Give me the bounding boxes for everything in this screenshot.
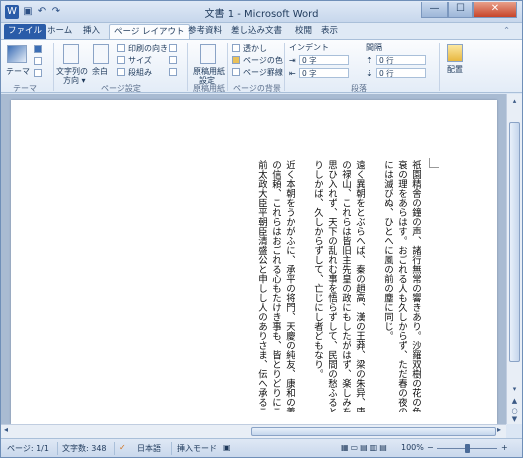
vertical-text-body: 祇園精舎の鐘の声、諸行無常の響きあり。沙羅双樹の花の色、盛者必 衰の理をあらはす… (11, 100, 497, 424)
text-direction-icon[interactable] (63, 44, 79, 64)
word-window: W ▣ ↶ ↷ 文書 1 - Microsoft Word — ☐ ✕ ファイル… (0, 0, 523, 458)
text-column: の信頼、これらはおごれる心もたけき事も、皆とりどりにこそありしかども、まぢかくは… (270, 160, 281, 412)
status-bar: ページ: 1/1 文字数: 348 ✓ 日本語 挿入モード ▣ ▦▭▤▥▤ 10… (1, 438, 522, 457)
theme-colors-icon[interactable] (34, 45, 42, 53)
text-column (297, 160, 309, 412)
text-column: 衰の理をあらはす。おごれる人も久しからず、ただ春の夜の夢のごとし。たけき者もつひ (396, 160, 407, 412)
indent-left-icon: ⇥ (289, 56, 296, 65)
zoom-out-button[interactable]: − (427, 443, 434, 452)
spacing-title: 間隔 (366, 43, 382, 52)
theme-effects-icon[interactable] (34, 69, 42, 77)
ruler-toggle-icon[interactable]: ▴ (509, 96, 520, 107)
text-column: 遠く異朝をとぶらへば、秦の趙高、漢の王莽、梁の朱异、唐 (354, 160, 365, 412)
document-page[interactable]: 祇園精舎の鐘の声、諸行無常の響きあり。沙羅双樹の花の色、盛者必 衰の理をあらはす… (11, 100, 497, 424)
ribbon: テーマ テーマ 文字列の 方向 ▾ 余白 印刷の向き サイズ 段組み ページ設定… (1, 39, 522, 93)
group-page-bg-label: ページの背景 (233, 84, 281, 93)
text-column: 思ひ入れず、天下の乱れむ事を悟らずして、民間の愁ふるところを知らざ (326, 160, 337, 412)
vertical-scroll-thumb[interactable] (509, 122, 520, 362)
text-column: には滅びぬ、ひとへに風の前の塵に同じ。 (382, 160, 393, 341)
insert-mode-label[interactable]: 挿入モード (177, 443, 217, 454)
text-column: 前太政大臣平朝臣清盛公と申しし人のありさま、伝へ承るこそ心も詞も及ばれね。 (256, 160, 267, 412)
macro-record-icon[interactable]: ▣ (223, 443, 231, 452)
group-page-setup-label: ページ設定 (101, 84, 141, 93)
indent-title: インデント (289, 43, 329, 52)
spacing-after-input[interactable]: 0 行 (376, 68, 426, 78)
ribbon-tabs: ファイル ホーム 挿入 ページ レイアウト 参考資料 差し込み文書 校閲 表示 … (1, 23, 522, 39)
tab-review[interactable]: 校閲 (291, 24, 316, 39)
text-column: 近く本朝をうかがふに、承平の将門、天慶の純友、康和の義親、平治 (284, 160, 295, 412)
text-column: りしかば、久しからずして、亡じにし者どもなり。 (312, 160, 323, 379)
page-border-icon[interactable] (232, 68, 240, 76)
scroll-right-arrow[interactable]: ▸ (497, 425, 501, 434)
group-genko-label: 原稿用紙 (193, 84, 225, 93)
breaks-icon[interactable] (169, 44, 177, 52)
page-border-label[interactable]: ページ罫線 (243, 67, 283, 78)
page-count[interactable]: ページ: 1/1 (7, 443, 49, 454)
text-column (367, 160, 379, 412)
size-icon[interactable] (117, 56, 125, 64)
scroll-left-arrow[interactable]: ◂ (4, 425, 8, 434)
tab-insert[interactable]: 挿入 (79, 24, 104, 39)
watermark-icon[interactable] (232, 44, 240, 52)
page-color-label[interactable]: ページの色 (243, 55, 283, 66)
minimize-button[interactable]: — (421, 2, 448, 18)
text-direction-label-2[interactable]: 方向 ▾ (63, 75, 86, 86)
theme-icon[interactable] (7, 45, 27, 63)
horizontal-scrollbar[interactable]: ◂ ▸ (1, 424, 506, 438)
tab-mailings[interactable]: 差し込み文書 (227, 24, 286, 39)
next-page-icon[interactable]: ▼ (509, 414, 520, 425)
watermark-label[interactable]: 透かし (243, 43, 267, 54)
size-label[interactable]: サイズ (128, 55, 152, 66)
orientation-icon[interactable] (117, 44, 125, 52)
indent-right-input[interactable]: 0 字 (299, 68, 349, 78)
group-paragraph-label: 段落 (351, 84, 367, 93)
scroll-down-arrow[interactable]: ▾ (509, 384, 520, 395)
tab-file[interactable]: ファイル (4, 24, 47, 39)
indent-right-icon: ⇤ (289, 69, 296, 78)
indent-left-input[interactable]: 0 字 (299, 55, 349, 65)
horizontal-scroll-thumb[interactable] (251, 427, 496, 436)
title-bar: W ▣ ↶ ↷ 文書 1 - Microsoft Word — ☐ ✕ (1, 1, 522, 23)
orientation-label[interactable]: 印刷の向き (128, 43, 168, 54)
zoom-level[interactable]: 100% (401, 443, 424, 452)
spacing-before-icon: ⇡ (366, 56, 373, 65)
view-buttons-icon[interactable]: ▦▭▤▥▤ (341, 443, 389, 452)
text-column: 祇園精舎の鐘の声、諸行無常の響きあり。沙羅双樹の花の色、盛者必 (410, 160, 421, 412)
columns-label[interactable]: 段組み (128, 67, 152, 78)
document-area: 祇園精舎の鐘の声、諸行無常の響きあり。沙羅双樹の花の色、盛者必 衰の理をあらはす… (1, 94, 506, 424)
columns-icon[interactable] (117, 68, 125, 76)
close-button[interactable]: ✕ (473, 2, 517, 18)
line-numbers-icon[interactable] (169, 56, 177, 64)
zoom-in-button[interactable]: + (501, 443, 508, 452)
language-label[interactable]: 日本語 (137, 443, 161, 454)
margins-icon[interactable] (93, 44, 109, 64)
text-column: の禄山、これらは皆旧主先皇の政にもしたがはず、楽しみをきはめ、諌めをも (340, 160, 351, 412)
zoom-slider-thumb[interactable] (465, 444, 470, 453)
tab-page-layout[interactable]: ページ レイアウト (109, 24, 190, 39)
spacing-before-input[interactable]: 0 行 (376, 55, 426, 65)
group-theme-label: テーマ (13, 84, 37, 93)
arrange-label[interactable]: 配置 (447, 64, 463, 75)
genko-icon[interactable] (200, 44, 216, 64)
theme-fonts-icon[interactable] (34, 57, 42, 65)
vertical-scrollbar[interactable]: ▴ ▾ ▲ ○ ▼ (506, 94, 522, 424)
hyphenation-icon[interactable] (169, 68, 177, 76)
theme-label[interactable]: テーマ (6, 66, 30, 77)
page-color-icon[interactable] (232, 56, 240, 64)
ribbon-minimize-icon[interactable]: ⌃ (499, 24, 514, 39)
margins-label[interactable]: 余白 (92, 66, 108, 77)
proofing-icon[interactable]: ✓ (119, 443, 126, 452)
tab-references[interactable]: 参考資料 (184, 24, 226, 39)
spacing-after-icon: ⇣ (366, 69, 373, 78)
maximize-button[interactable]: ☐ (448, 2, 473, 18)
tab-view[interactable]: 表示 (317, 24, 342, 39)
tab-home[interactable]: ホーム (43, 24, 76, 39)
word-count[interactable]: 文字数: 348 (62, 443, 107, 454)
arrange-icon[interactable] (447, 44, 463, 62)
